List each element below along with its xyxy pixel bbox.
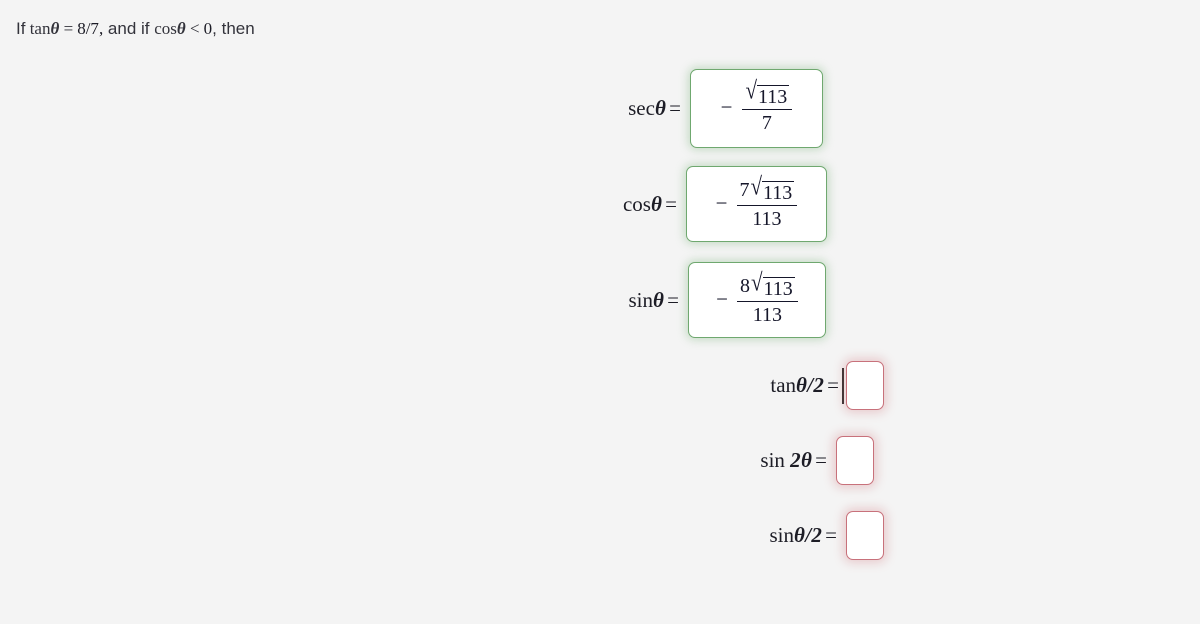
equation-row-sec: secθ = − √ 113 7 [0,60,1200,156]
radical-sin: √ 113 [751,270,795,300]
equation-row-sin-2theta: sin 2θ = [0,423,1200,498]
radical-sec: √ 113 [746,78,790,108]
label-equals-cos: = [665,191,677,216]
numerator-coefficient-cos: 7 [739,178,750,201]
fraction-numerator-cos: 7 √ 113 [736,174,798,206]
label-function-sin: sin [628,287,653,312]
answer-sign-cos: − [715,190,728,215]
text-caret [842,367,844,404]
prompt-equals: = [63,19,74,38]
input-box-sin-half[interactable] [846,511,884,560]
fraction-sec: √ 113 7 [741,78,793,134]
fraction-sin: 8 √ 113 113 [737,270,798,326]
answer-box-sin[interactable]: − 8 √ 113 113 [688,262,826,338]
radicand-sin: 113 [762,276,795,300]
prompt-theta-2: θ [176,19,187,38]
radical-sign-sin: √ [751,267,763,297]
prompt-value-2: 0 [203,19,213,38]
label-theta-tan-half: θ/2 [796,373,825,397]
answer-sign-sin: − [716,286,729,311]
prompt-tail: then [221,19,255,38]
input-box-sin-2theta[interactable] [836,436,874,485]
prompt-relation: < [190,19,200,38]
label-equals-tan-half: = [827,373,839,397]
label-function-sin-half: sin [769,523,795,547]
equation-label-sin-half: sinθ/2 = [721,523,846,548]
radicand-cos: 113 [762,180,795,204]
fraction-denominator-cos: 113 [752,207,782,230]
label-equals-sin: = [667,287,679,312]
equation-row-sin-half: sinθ/2 = [0,498,1200,573]
equation-label-cos: cosθ = [596,192,686,217]
equation-label-sin-2theta: sin 2θ = [716,448,836,473]
answer-expression-cos: − 7 √ 113 113 [715,174,798,230]
prompt-function-tan: tan [29,19,51,38]
equation-label-sec: secθ = [600,96,690,121]
equation-label-tan-half: tanθ/2 = [722,373,842,398]
numerator-coefficient-sin: 8 [740,274,751,297]
fraction-numerator-sin: 8 √ 113 [737,270,798,302]
label-theta-sin: θ [652,287,665,312]
prompt-function-cos: cos [154,19,177,38]
problem-statement: If tanθ = 8/7, and if cosθ <0, then [16,17,255,41]
label-theta-cos: θ [650,191,663,216]
fraction-cos: 7 √ 113 113 [736,174,798,230]
answer-expression-sec: − √ 113 7 [720,78,793,134]
fraction-denominator-sec: 7 [761,111,772,134]
fraction-denominator-sin: 113 [752,303,783,326]
label-equals-sin-half: = [825,523,837,547]
prompt-theta-1: θ [50,19,60,38]
answer-expression-sin: − 8 √ 113 113 [716,270,798,326]
label-function-sec: sec [628,95,655,120]
radical-sign-sec: √ [745,75,758,105]
radical-cos: √ 113 [751,174,795,204]
equation-row-sin: sinθ = − 8 √ 113 113 [0,252,1200,348]
label-function-tan-half: tan [770,373,797,397]
answer-box-cos[interactable]: − 7 √ 113 113 [686,166,827,242]
answer-sign-sec: − [720,94,733,119]
equation-label-sin: sinθ = [598,288,688,313]
equation-stack: secθ = − √ 113 7 cosθ = − 7 √ 113 113 si… [0,60,1200,573]
label-function-cos: cos [622,191,651,216]
label-theta-sin-half: θ/2 [794,523,823,547]
fraction-numerator-sec: √ 113 [741,78,793,110]
label-equals-sec: = [669,95,681,120]
equation-row-tan-half: tanθ/2 = [0,348,1200,423]
label-theta-sin-2theta: 2θ [790,448,813,472]
label-equals-sin-2theta: = [815,448,827,472]
label-theta-sec: θ [654,95,667,120]
input-box-tan-half[interactable] [845,361,884,410]
radicand-sec: 113 [757,84,790,108]
prompt-value-1: 8/7 [77,19,99,38]
equation-row-cos: cosθ = − 7 √ 113 113 [0,156,1200,252]
answer-box-sec[interactable]: − √ 113 7 [690,68,823,148]
label-function-sin-2theta: sin [760,448,785,472]
radical-sign-cos: √ [750,171,763,201]
prompt-mid: and if [107,19,150,38]
